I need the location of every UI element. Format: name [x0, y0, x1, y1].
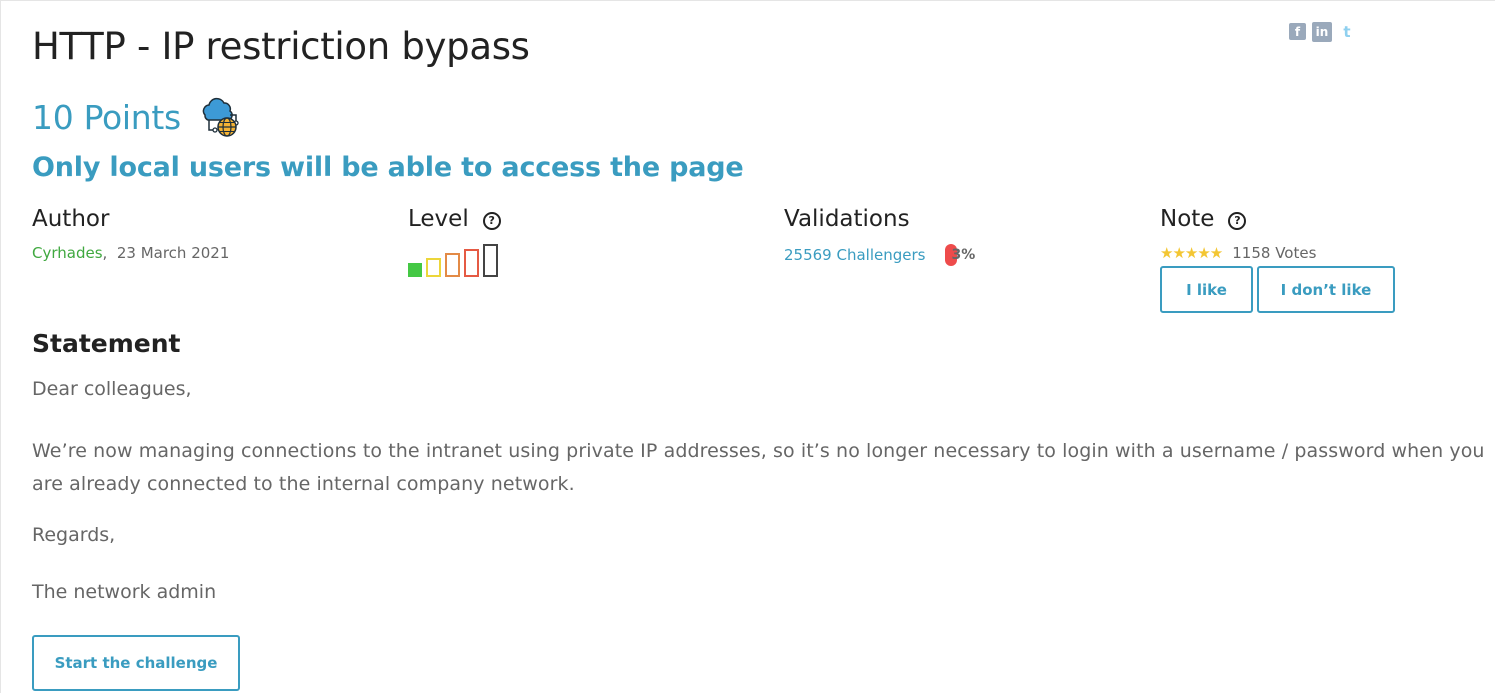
statement-heading: Statement	[32, 329, 181, 358]
note-meta: ★★★★★ 1158 Votes	[1160, 244, 1395, 262]
statement-signature: The network admin	[32, 581, 217, 603]
statement-body: We’re now managing connections to the in…	[32, 440, 1485, 495]
validations-heading: Validations	[784, 206, 910, 232]
star-rating: ★★★★★	[1160, 244, 1223, 262]
statement-closing: Regards,	[32, 524, 116, 546]
note-heading-row: Note ?	[1160, 206, 1395, 232]
level-heading: Level	[408, 206, 469, 232]
dislike-button[interactable]: I don’t like	[1257, 266, 1395, 313]
help-icon[interactable]: ?	[482, 211, 501, 230]
vote-buttons: I like I don’t like	[1160, 266, 1395, 313]
level-column: Level ?	[408, 206, 501, 277]
like-button[interactable]: I like	[1160, 266, 1253, 313]
points-value: 10 Points	[32, 97, 181, 137]
level-heading-row: Level ?	[408, 206, 501, 232]
help-icon[interactable]: ?	[1228, 211, 1247, 230]
points-row: 10 Points	[32, 95, 243, 139]
facebook-icon[interactable]: f	[1289, 23, 1306, 40]
author-meta: Cyrhades, 23 March 2021	[32, 244, 229, 262]
author-column: Author Cyrhades, 23 March 2021	[32, 206, 229, 262]
validations-column: Validations 25569 Challengers 3%	[784, 206, 975, 266]
percent-text: 3%	[951, 247, 976, 263]
network-cloud-globe-icon	[202, 97, 239, 137]
start-challenge-button[interactable]: Start the challenge	[32, 635, 240, 691]
author-heading: Author	[32, 206, 110, 232]
note-heading: Note	[1160, 206, 1215, 232]
statement-greeting: Dear colleagues,	[32, 378, 192, 400]
level-bar-1[interactable]	[408, 263, 422, 277]
page-title: HTTP - IP restriction bypass	[32, 25, 530, 68]
author-date: 23 March 2021	[116, 244, 230, 262]
author-link[interactable]: Cyrhades	[32, 244, 103, 262]
note-column: Note ? ★★★★★ 1158 Votes I like I don’t l…	[1160, 206, 1395, 313]
validation-percent: 3%	[945, 244, 975, 266]
share-links: f in t	[1289, 22, 1356, 42]
level-bar-3[interactable]	[445, 253, 460, 277]
level-bar-4[interactable]	[464, 249, 479, 277]
difficulty-level-meter	[408, 243, 501, 277]
vote-count: 1158 Votes	[1232, 244, 1317, 262]
author-separator: ,	[102, 244, 108, 262]
level-bar-2[interactable]	[426, 258, 441, 277]
validations-meta: 25569 Challengers 3%	[784, 244, 975, 266]
challenge-subtitle: Only local users will be able to access …	[32, 152, 744, 183]
linkedin-icon[interactable]: in	[1312, 22, 1332, 42]
level-bar-5[interactable]	[483, 244, 498, 277]
twitter-icon[interactable]: t	[1338, 23, 1356, 41]
challengers-link[interactable]: 25569 Challengers	[784, 246, 925, 264]
